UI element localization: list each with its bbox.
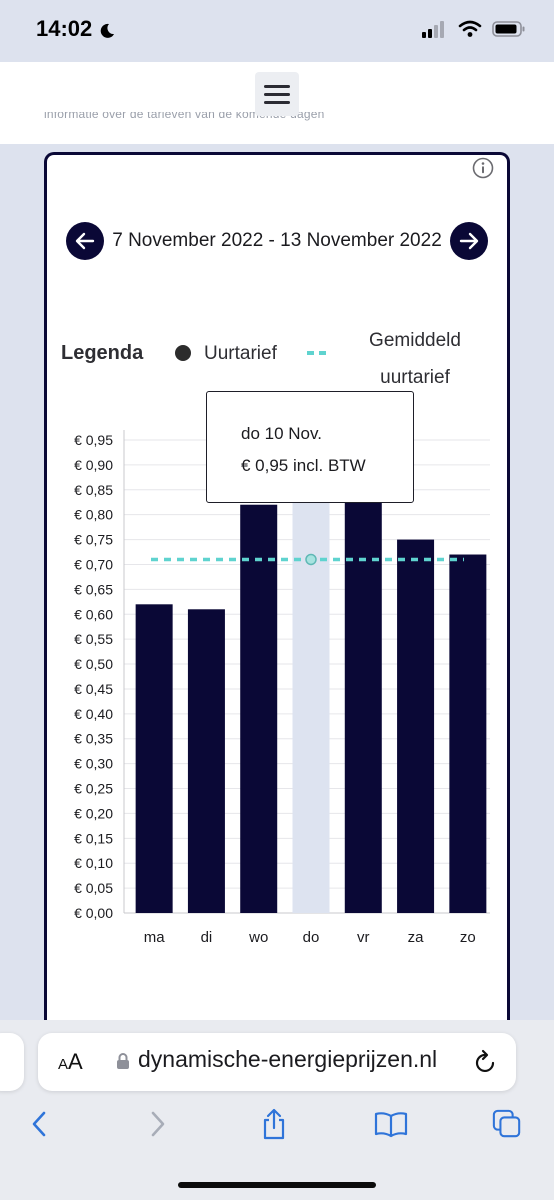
previous-tab-peek[interactable] [0, 1033, 24, 1091]
bar-wo [240, 504, 278, 913]
lock-icon [117, 1053, 129, 1069]
y-tick-label: € 0,00 [74, 905, 113, 921]
tooltip-value: € 0,95 incl. BTW [241, 456, 366, 475]
y-tick-label: € 0,70 [74, 556, 113, 572]
bookmarks-button[interactable] [374, 1108, 408, 1140]
x-tick-label: di [201, 929, 213, 946]
x-tick-label: ma [144, 929, 165, 946]
x-tick-label: do [303, 929, 320, 946]
y-tick-label: € 0,05 [74, 880, 113, 896]
x-tick-label: zo [460, 929, 476, 946]
bar-vr [344, 494, 382, 913]
y-tick-label: € 0,80 [74, 507, 113, 523]
chart-tooltip: do 10 Nov. € 0,95 incl. BTW [206, 391, 414, 503]
y-tick-label: € 0,15 [74, 830, 113, 846]
url-text: dynamische-energieprijzen.nl [138, 1046, 438, 1072]
y-tick-label: € 0,35 [74, 731, 113, 747]
y-tick-label: € 0,50 [74, 656, 113, 672]
y-tick-label: € 0,20 [74, 805, 113, 821]
x-tick-label: za [408, 929, 425, 946]
bar-za [397, 539, 435, 913]
x-tick-label: wo [248, 929, 268, 946]
tooltip-date: do 10 Nov. [241, 424, 322, 443]
y-tick-label: € 0,85 [74, 482, 113, 498]
y-tick-label: € 0,40 [74, 706, 113, 722]
bar-di [187, 609, 225, 913]
tabs-icon [492, 1109, 521, 1138]
y-tick-label: € 0,30 [74, 756, 113, 772]
chevron-right-icon [151, 1111, 165, 1137]
bar-do [292, 440, 330, 913]
y-tick-label: € 0,65 [74, 581, 113, 597]
home-indicator [178, 1182, 376, 1188]
y-tick-label: € 0,60 [74, 606, 113, 622]
tabs-button[interactable] [492, 1108, 522, 1140]
forward-button[interactable] [143, 1108, 173, 1140]
bar-zo [449, 554, 487, 913]
y-tick-label: € 0,90 [74, 457, 113, 473]
y-tick-label: € 0,10 [74, 855, 113, 871]
share-icon [263, 1108, 285, 1140]
x-tick-label: vr [357, 929, 370, 946]
book-icon [374, 1112, 408, 1138]
chevron-left-icon [32, 1111, 46, 1137]
y-tick-label: € 0,25 [74, 781, 113, 797]
average-point [305, 553, 317, 566]
reader-settings-button[interactable]: AA [58, 1049, 83, 1075]
y-tick-label: € 0,95 [74, 432, 113, 448]
y-tick-label: € 0,75 [74, 532, 113, 548]
y-tick-label: € 0,55 [74, 631, 113, 647]
y-tick-label: € 0,45 [74, 681, 113, 697]
share-button[interactable] [259, 1108, 289, 1140]
back-button[interactable] [24, 1108, 54, 1140]
bar-ma [135, 604, 173, 913]
reload-icon[interactable] [474, 1049, 498, 1075]
